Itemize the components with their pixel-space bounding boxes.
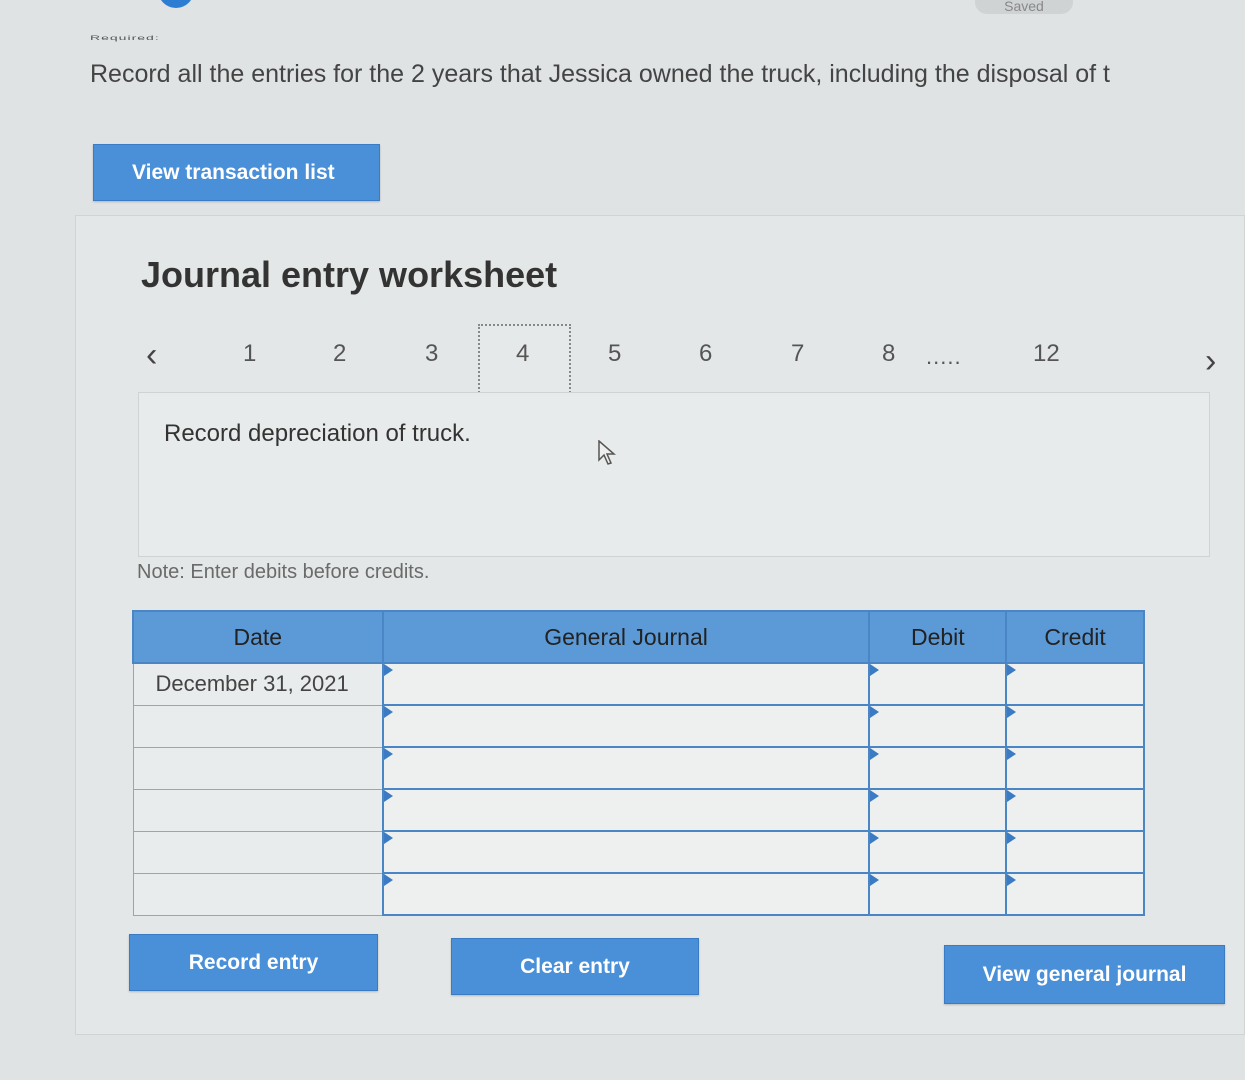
- credit-input[interactable]: [1005, 830, 1145, 874]
- dropdown-marker-icon: [383, 832, 393, 844]
- credit-input[interactable]: [1005, 788, 1145, 832]
- account-input[interactable]: [381, 704, 871, 748]
- page-8-link[interactable]: 8: [882, 340, 895, 368]
- credit-input[interactable]: [1005, 704, 1145, 748]
- debit-input[interactable]: [868, 746, 1008, 790]
- dropdown-marker-icon: [870, 790, 880, 802]
- credit-input[interactable]: [1005, 746, 1145, 790]
- date-header: Date: [132, 610, 384, 664]
- debit-input[interactable]: [868, 788, 1008, 832]
- debit-credit-note: Note: Enter debits before credits.: [137, 561, 430, 583]
- dropdown-marker-icon: [1007, 874, 1017, 886]
- clear-entry-button[interactable]: Clear entry: [451, 938, 699, 995]
- date-cell[interactable]: [132, 788, 384, 832]
- dropdown-marker-icon: [383, 706, 393, 718]
- page-5-link[interactable]: 5: [608, 340, 621, 368]
- date-cell[interactable]: [132, 872, 384, 916]
- page-12-link[interactable]: 12: [1033, 340, 1060, 368]
- dropdown-marker-icon: [870, 664, 880, 676]
- account-input[interactable]: [381, 872, 871, 916]
- table-row: [132, 830, 1145, 874]
- table-header-row: Date General Journal Debit Credit: [132, 610, 1145, 664]
- entry-description: Record depreciation of truck.: [164, 420, 471, 447]
- page-2-link[interactable]: 2: [333, 340, 346, 368]
- debit-input[interactable]: [868, 662, 1008, 706]
- instruction-text: Record all the entries for the 2 years t…: [90, 60, 1110, 88]
- debit-input[interactable]: [868, 872, 1008, 916]
- table-row: [132, 788, 1145, 832]
- general-journal-header: General Journal: [381, 610, 871, 664]
- debit-header: Debit: [868, 610, 1008, 664]
- required-label: Required:: [90, 34, 160, 42]
- account-input[interactable]: [381, 746, 871, 790]
- page-7-link[interactable]: 7: [791, 340, 804, 368]
- credit-header: Credit: [1005, 610, 1145, 664]
- worksheet-title: Journal entry worksheet: [141, 254, 558, 295]
- page-6-link[interactable]: 6: [699, 340, 712, 368]
- description-box: [138, 392, 1210, 557]
- next-page-icon[interactable]: ›: [1205, 342, 1216, 381]
- date-cell[interactable]: [132, 746, 384, 790]
- page-3-link[interactable]: 3: [425, 340, 438, 368]
- debit-input[interactable]: [868, 704, 1008, 748]
- account-input[interactable]: [381, 830, 871, 874]
- view-general-journal-button[interactable]: View general journal: [944, 945, 1225, 1004]
- account-input[interactable]: [381, 662, 871, 706]
- credit-input[interactable]: [1005, 872, 1145, 916]
- page-4-link[interactable]: 4: [516, 340, 529, 368]
- table-row: [132, 872, 1145, 916]
- saved-label: Saved: [1004, 0, 1044, 14]
- page-1-link[interactable]: 1: [243, 340, 256, 368]
- prev-page-icon[interactable]: ‹: [146, 336, 157, 375]
- dropdown-marker-icon: [1007, 832, 1017, 844]
- dropdown-marker-icon: [1007, 790, 1017, 802]
- dropdown-marker-icon: [870, 748, 880, 760]
- dropdown-marker-icon: [1007, 748, 1017, 760]
- date-cell[interactable]: December 31, 2021: [132, 662, 384, 706]
- credit-input[interactable]: [1005, 662, 1145, 706]
- page-ellipsis: .....: [926, 344, 962, 369]
- dropdown-marker-icon: [383, 664, 393, 676]
- account-input[interactable]: [381, 788, 871, 832]
- table-row: [132, 704, 1145, 748]
- dropdown-marker-icon: [1007, 706, 1017, 718]
- record-entry-button[interactable]: Record entry: [129, 934, 378, 991]
- saved-status-badge: Saved: [975, 0, 1073, 14]
- date-cell[interactable]: [132, 704, 384, 748]
- debit-input[interactable]: [868, 830, 1008, 874]
- mouse-cursor-icon: [598, 439, 617, 472]
- dropdown-marker-icon: [1007, 664, 1017, 676]
- dropdown-marker-icon: [870, 832, 880, 844]
- journal-table: Date General Journal Debit Credit Decemb…: [132, 610, 1145, 916]
- table-row: [132, 746, 1145, 790]
- dropdown-marker-icon: [870, 706, 880, 718]
- date-cell[interactable]: [132, 830, 384, 874]
- dropdown-marker-icon: [383, 874, 393, 886]
- top-indicator: [158, 0, 194, 8]
- dropdown-marker-icon: [870, 874, 880, 886]
- dropdown-marker-icon: [383, 790, 393, 802]
- table-row: December 31, 2021: [132, 662, 1145, 706]
- dropdown-marker-icon: [383, 748, 393, 760]
- view-transaction-list-button[interactable]: View transaction list: [93, 144, 380, 201]
